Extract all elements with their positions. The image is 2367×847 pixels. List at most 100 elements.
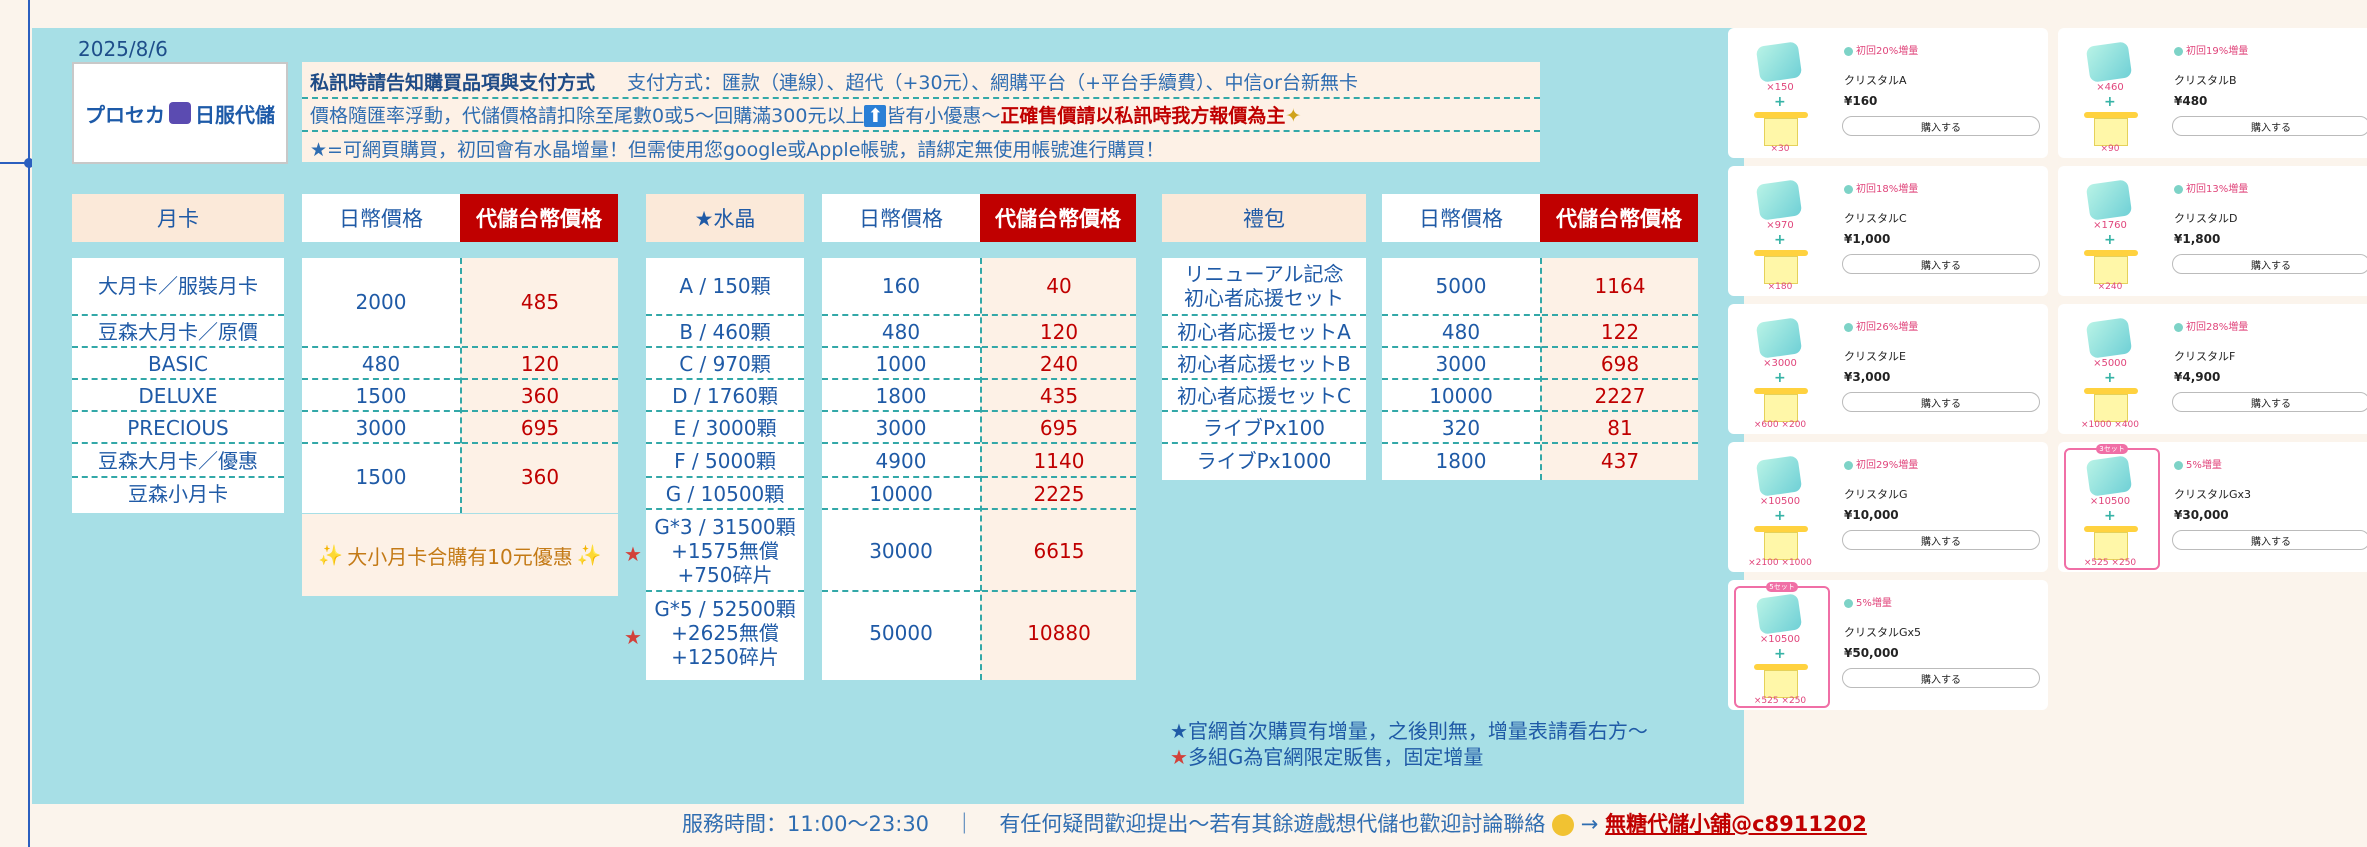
crystal-pack-image: ×3000 + ×600 ×200 bbox=[1744, 314, 1816, 430]
table-cell: 240 bbox=[982, 346, 1136, 380]
buy-button[interactable]: 購入する bbox=[1842, 254, 2040, 274]
table-cell: 485 bbox=[520, 290, 560, 314]
plus-icon: + bbox=[2104, 370, 2116, 386]
bonus-tag: 初回13%増量 bbox=[2174, 180, 2248, 195]
table-cell: 6615 bbox=[982, 508, 1136, 592]
tag-text: 5%増量 bbox=[2186, 460, 2222, 471]
table-cell: 1500 bbox=[302, 378, 460, 412]
note-text: 官網首次購買有增量，之後則無，增量表請看右方～ bbox=[1187, 719, 1648, 743]
bonus-amount: ×90 bbox=[2100, 144, 2120, 154]
crystal-pack-image: ×5000 + ×1000 ×400 bbox=[2074, 314, 2146, 430]
table-row: ライブPx1000 bbox=[1162, 442, 1366, 478]
price-warning: 正確售價請以私訊時我方報價為主 bbox=[1000, 105, 1286, 127]
note-text: 多組G為官網限定販售，固定增量 bbox=[1187, 745, 1484, 769]
table-row: 豆森大月卡／優惠 bbox=[72, 442, 284, 478]
table-cell: 695 bbox=[982, 410, 1136, 444]
table-row: DELUXE bbox=[72, 378, 284, 412]
bonus-amount: ×600 ×200 bbox=[1753, 420, 1807, 430]
table-cell: 160 bbox=[881, 274, 921, 298]
tag-icon bbox=[1844, 322, 1853, 332]
table-cell: 480 bbox=[822, 314, 980, 348]
buy-button[interactable]: 購入する bbox=[2172, 116, 2367, 136]
table-cell: 1000 bbox=[822, 346, 980, 380]
buy-button[interactable]: 購入する bbox=[1842, 392, 2040, 412]
tag-text: 初回20%増量 bbox=[1856, 46, 1919, 57]
crystal-icon bbox=[1755, 41, 1803, 83]
bonus-icon bbox=[2094, 118, 2128, 146]
plus-icon: + bbox=[1774, 646, 1786, 662]
bonus-icon bbox=[2094, 394, 2128, 422]
crystal-pack-image: ×970 + ×180 bbox=[1744, 176, 1816, 292]
product-price: ¥4,900 bbox=[2174, 370, 2221, 384]
buy-button[interactable]: 購入する bbox=[1842, 116, 2040, 136]
crystal-icon bbox=[1755, 455, 1803, 497]
table-cell: 120 bbox=[462, 346, 618, 380]
table-cell: 698 bbox=[1542, 346, 1698, 380]
buy-button[interactable]: 購入する bbox=[2172, 254, 2367, 274]
crystal-amount: ×10500 bbox=[1759, 634, 1801, 645]
shop-card: ×970 + ×180 初回18%増量 クリスタルC ¥1,000 購入する bbox=[1728, 166, 2048, 296]
crystal-amount: ×1760 bbox=[2093, 220, 2127, 231]
table-cell: 360 bbox=[462, 378, 618, 412]
crystal-icon bbox=[2085, 41, 2133, 83]
table-cell: 1164 bbox=[1594, 274, 1646, 298]
row-line: +1250碎片 bbox=[671, 645, 779, 669]
crystal-items-column: A / 150顆 B / 460顆 C / 970顆 D / 1760顆 E /… bbox=[646, 258, 804, 680]
tag-text: 初回18%増量 bbox=[1856, 184, 1919, 195]
sparkle-icon: ✦ bbox=[1285, 105, 1302, 127]
shop-card: ×3000 + ×600 ×200 初回26%増量 クリスタルE ¥3,000 … bbox=[1728, 304, 2048, 434]
crystal-amount: ×150 bbox=[1766, 82, 1794, 93]
tag-text: 初回19%増量 bbox=[2186, 46, 2249, 57]
product-price: ¥1,800 bbox=[2174, 232, 2221, 246]
table-cell: 10880 bbox=[982, 590, 1136, 674]
monthly-header-item: 月卡 bbox=[72, 194, 284, 242]
monthly-jpy-column: 2000 480 1500 3000 1500 bbox=[302, 258, 460, 513]
bonus-icon bbox=[1764, 118, 1798, 146]
bonus-tag: 初回19%増量 bbox=[2174, 42, 2248, 57]
table-row: ライブPx100 bbox=[1162, 410, 1366, 444]
bonus-tag: 5%増量 bbox=[2174, 456, 2222, 471]
sparkle-icon: ✨ bbox=[318, 543, 344, 567]
shop-card: ×150 + ×30 初回20%増量 クリスタルA ¥160 購入する bbox=[1728, 28, 2048, 158]
bonus-amount: ×30 bbox=[1770, 144, 1790, 154]
row-line: +2625無償 bbox=[671, 621, 779, 645]
bonus-amount: ×180 bbox=[1767, 282, 1793, 292]
star-marker: ★ bbox=[1170, 719, 1188, 743]
crystal-pack-image: ×10500 + ×2100 ×1000 bbox=[1744, 452, 1816, 568]
monthly-header-twd: 代儲台幣價格 bbox=[460, 194, 618, 242]
table-cell: 2225 bbox=[982, 476, 1136, 510]
crystal-pack-image: ×10500 + ×525 ×250 bbox=[1744, 590, 1816, 706]
table-cell: 40 bbox=[1046, 274, 1072, 298]
buy-button[interactable]: 購入する bbox=[2172, 392, 2367, 412]
table-row: 初心者応援セットC bbox=[1162, 378, 1366, 412]
gift-twd-column: 1164 122 698 2227 81 437 bbox=[1540, 258, 1698, 480]
table-cell: 122 bbox=[1542, 314, 1698, 348]
product-price: ¥3,000 bbox=[1844, 370, 1891, 384]
buy-button[interactable]: 購入する bbox=[1842, 530, 2040, 550]
contact-link[interactable]: 無糖代儲小舖@c8911202 bbox=[1605, 812, 1867, 836]
crystal-amount: ×970 bbox=[1766, 220, 1794, 231]
bonus-amount: ×2100 ×1000 bbox=[1748, 558, 1812, 568]
table-cell: 10000 bbox=[1382, 378, 1540, 412]
crystal-header-jpy: 日幣價格 bbox=[822, 194, 980, 242]
bonus-amount: ×525 ×250 bbox=[1753, 696, 1807, 706]
tag-icon bbox=[2174, 460, 2183, 470]
tag-icon bbox=[1844, 184, 1853, 194]
monthly-promo: ✨ 大小月卡合購有10元優惠 ✨ bbox=[302, 514, 618, 596]
gift-items-column: リニューアル記念 初心者応援セット 初心者応援セットA 初心者応援セットB 初心… bbox=[1162, 258, 1366, 480]
info-title: 私訊時請告知購買品項與支付方式 bbox=[310, 72, 596, 94]
plus-icon: + bbox=[1774, 232, 1786, 248]
table-cell: 5000 bbox=[1435, 274, 1487, 298]
table-row: G*3 / 31500顆 +1575無償 +750碎片 bbox=[646, 508, 804, 592]
shop-card: ×1760 + ×240 初回13%増量 クリスタルD ¥1,800 購入する bbox=[2058, 166, 2367, 296]
table-cell: 2000 bbox=[355, 290, 407, 314]
table-row: B / 460顆 bbox=[646, 314, 804, 348]
plus-icon: + bbox=[2104, 94, 2116, 110]
buy-button[interactable]: 購入する bbox=[2172, 530, 2367, 550]
row-line: +750碎片 bbox=[677, 563, 773, 587]
gift-header-item: 禮包 bbox=[1162, 194, 1366, 242]
bonus-icon bbox=[1764, 532, 1798, 560]
table-row: 初心者応援セットA bbox=[1162, 314, 1366, 348]
tag-icon bbox=[1844, 598, 1853, 608]
buy-button[interactable]: 購入する bbox=[1842, 668, 2040, 688]
